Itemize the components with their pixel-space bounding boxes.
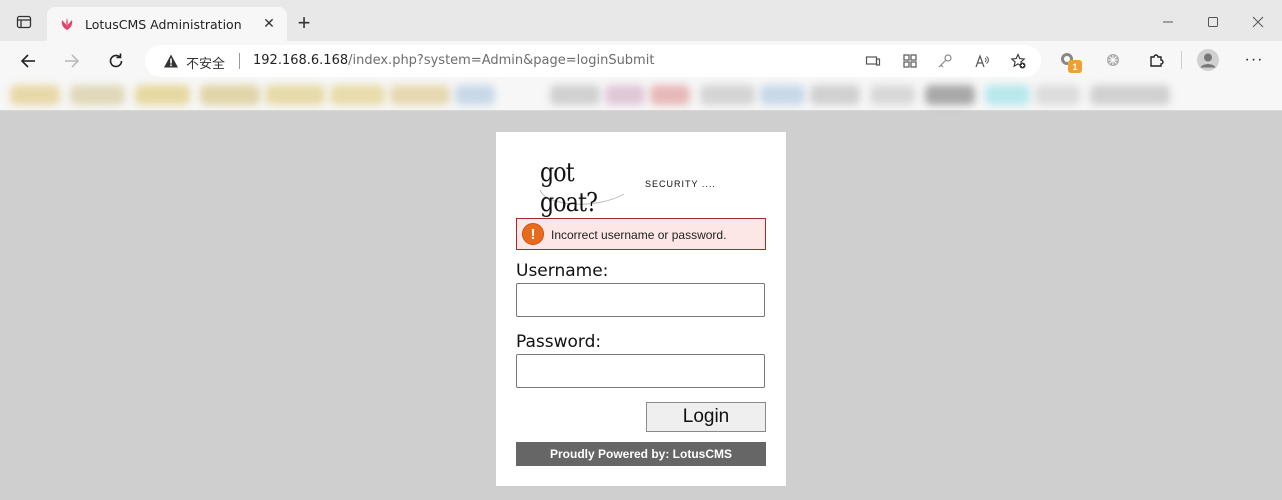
tab-actions-button[interactable] (10, 8, 38, 36)
favorite-item[interactable] (10, 85, 60, 105)
favorite-item[interactable] (390, 85, 450, 105)
extension-badge: 1 (1068, 60, 1082, 73)
favorite-item[interactable] (70, 85, 125, 105)
password-input[interactable] (516, 354, 765, 388)
forward-button[interactable] (58, 47, 86, 75)
favorite-item[interactable] (1090, 85, 1170, 105)
browser-tab[interactable]: LotusCMS Administration ✕ (47, 7, 287, 41)
puzzle-extension-icon[interactable] (1103, 50, 1123, 70)
login-panel: got goat? SECURITY .... ! Incorrect user… (496, 132, 786, 486)
favorite-item[interactable] (700, 85, 755, 105)
security-status-label[interactable]: 不安全 (186, 53, 225, 72)
favorite-item[interactable] (985, 85, 1030, 105)
refresh-icon (109, 53, 123, 68)
logo: got goat? (536, 154, 636, 218)
back-arrow-icon (20, 54, 35, 68)
logo-tagline: SECURITY .... (645, 179, 716, 189)
address-bar[interactable]: 不安全 192.168.6.168/index.php?system=Admin… (145, 45, 1041, 77)
refresh-button[interactable] (102, 47, 130, 75)
favorites-bar (0, 79, 1282, 111)
username-input[interactable] (516, 283, 765, 317)
favorite-item[interactable] (650, 85, 690, 105)
browser-toolbar: 不安全 192.168.6.168/index.php?system=Admin… (0, 41, 1282, 79)
exclamation-icon: ! (522, 223, 544, 245)
add-favorite-icon[interactable] (1010, 53, 1026, 69)
favorite-item[interactable] (605, 85, 645, 105)
logo-text: got goat? (540, 158, 598, 218)
favorite-item[interactable] (870, 85, 915, 105)
cast-device-icon[interactable] (865, 53, 881, 69)
settings-menu-button[interactable]: ··· (1244, 50, 1264, 70)
new-tab-button[interactable]: + (293, 12, 315, 34)
read-aloud-icon[interactable] (974, 53, 990, 69)
powered-by-footer: Proudly Powered by: LotusCMS (516, 442, 766, 466)
url-host: 192.168.6.168 (253, 53, 349, 68)
favorite-item[interactable] (810, 85, 860, 105)
error-message: ! Incorrect username or password. (516, 218, 766, 250)
url-path: /index.php?system=Admin&page=loginSubmit (348, 53, 655, 68)
error-text: Incorrect username or password. (551, 228, 727, 242)
favorite-item[interactable] (265, 85, 325, 105)
favorite-item[interactable] (1035, 85, 1080, 105)
app-grid-icon[interactable] (902, 53, 918, 69)
favorite-item[interactable] (330, 85, 385, 105)
key-icon[interactable] (937, 53, 953, 69)
favorite-item[interactable] (925, 85, 975, 105)
minimize-icon[interactable] (1156, 10, 1180, 34)
extensions-puzzle-icon (1150, 54, 1164, 67)
extensions-button[interactable] (1147, 50, 1167, 70)
tab-actions-icon (16, 15, 32, 29)
warning-triangle-icon (164, 54, 178, 68)
password-label: Password: (516, 332, 602, 352)
url-text[interactable]: 192.168.6.168/index.php?system=Admin&pag… (253, 53, 654, 68)
favorite-item[interactable] (760, 85, 805, 105)
close-icon[interactable] (1246, 10, 1270, 34)
snowflake-extension-icon (1107, 54, 1119, 66)
favorite-item[interactable] (135, 85, 190, 105)
avatar-icon (1197, 49, 1219, 71)
tab-close-icon[interactable]: ✕ (259, 13, 279, 33)
login-button[interactable]: Login (646, 402, 766, 432)
lotus-icon (61, 18, 73, 30)
forward-arrow-icon (65, 54, 80, 68)
favorite-item[interactable] (200, 85, 260, 105)
more-options-icon: ··· (1244, 51, 1264, 68)
tab-title: LotusCMS Administration (85, 17, 242, 32)
profile-button[interactable] (1196, 48, 1220, 72)
maximize-icon[interactable] (1201, 10, 1225, 34)
toolbar-divider (1181, 51, 1182, 69)
address-divider (239, 53, 240, 69)
username-label: Username: (516, 261, 609, 281)
back-button[interactable] (14, 47, 42, 75)
favorite-item[interactable] (455, 85, 495, 105)
tab-strip: LotusCMS Administration ✕ + (0, 0, 1282, 41)
favorite-item[interactable] (550, 85, 600, 105)
